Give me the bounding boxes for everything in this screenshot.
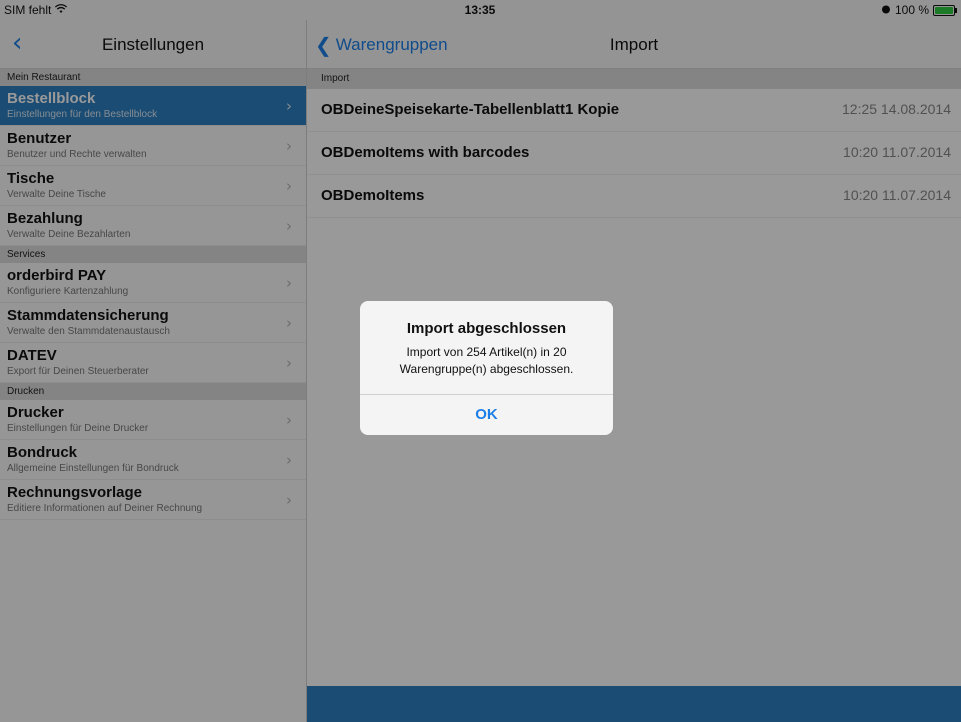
ok-button[interactable]: OK xyxy=(360,395,613,435)
alert-title: Import abgeschlossen xyxy=(406,320,567,337)
alert-message: Import von 254 Artikel(n) in 20 Warengru… xyxy=(399,345,574,376)
import-complete-alert: Import abgeschlossen Import von 254 Arti… xyxy=(360,301,613,435)
